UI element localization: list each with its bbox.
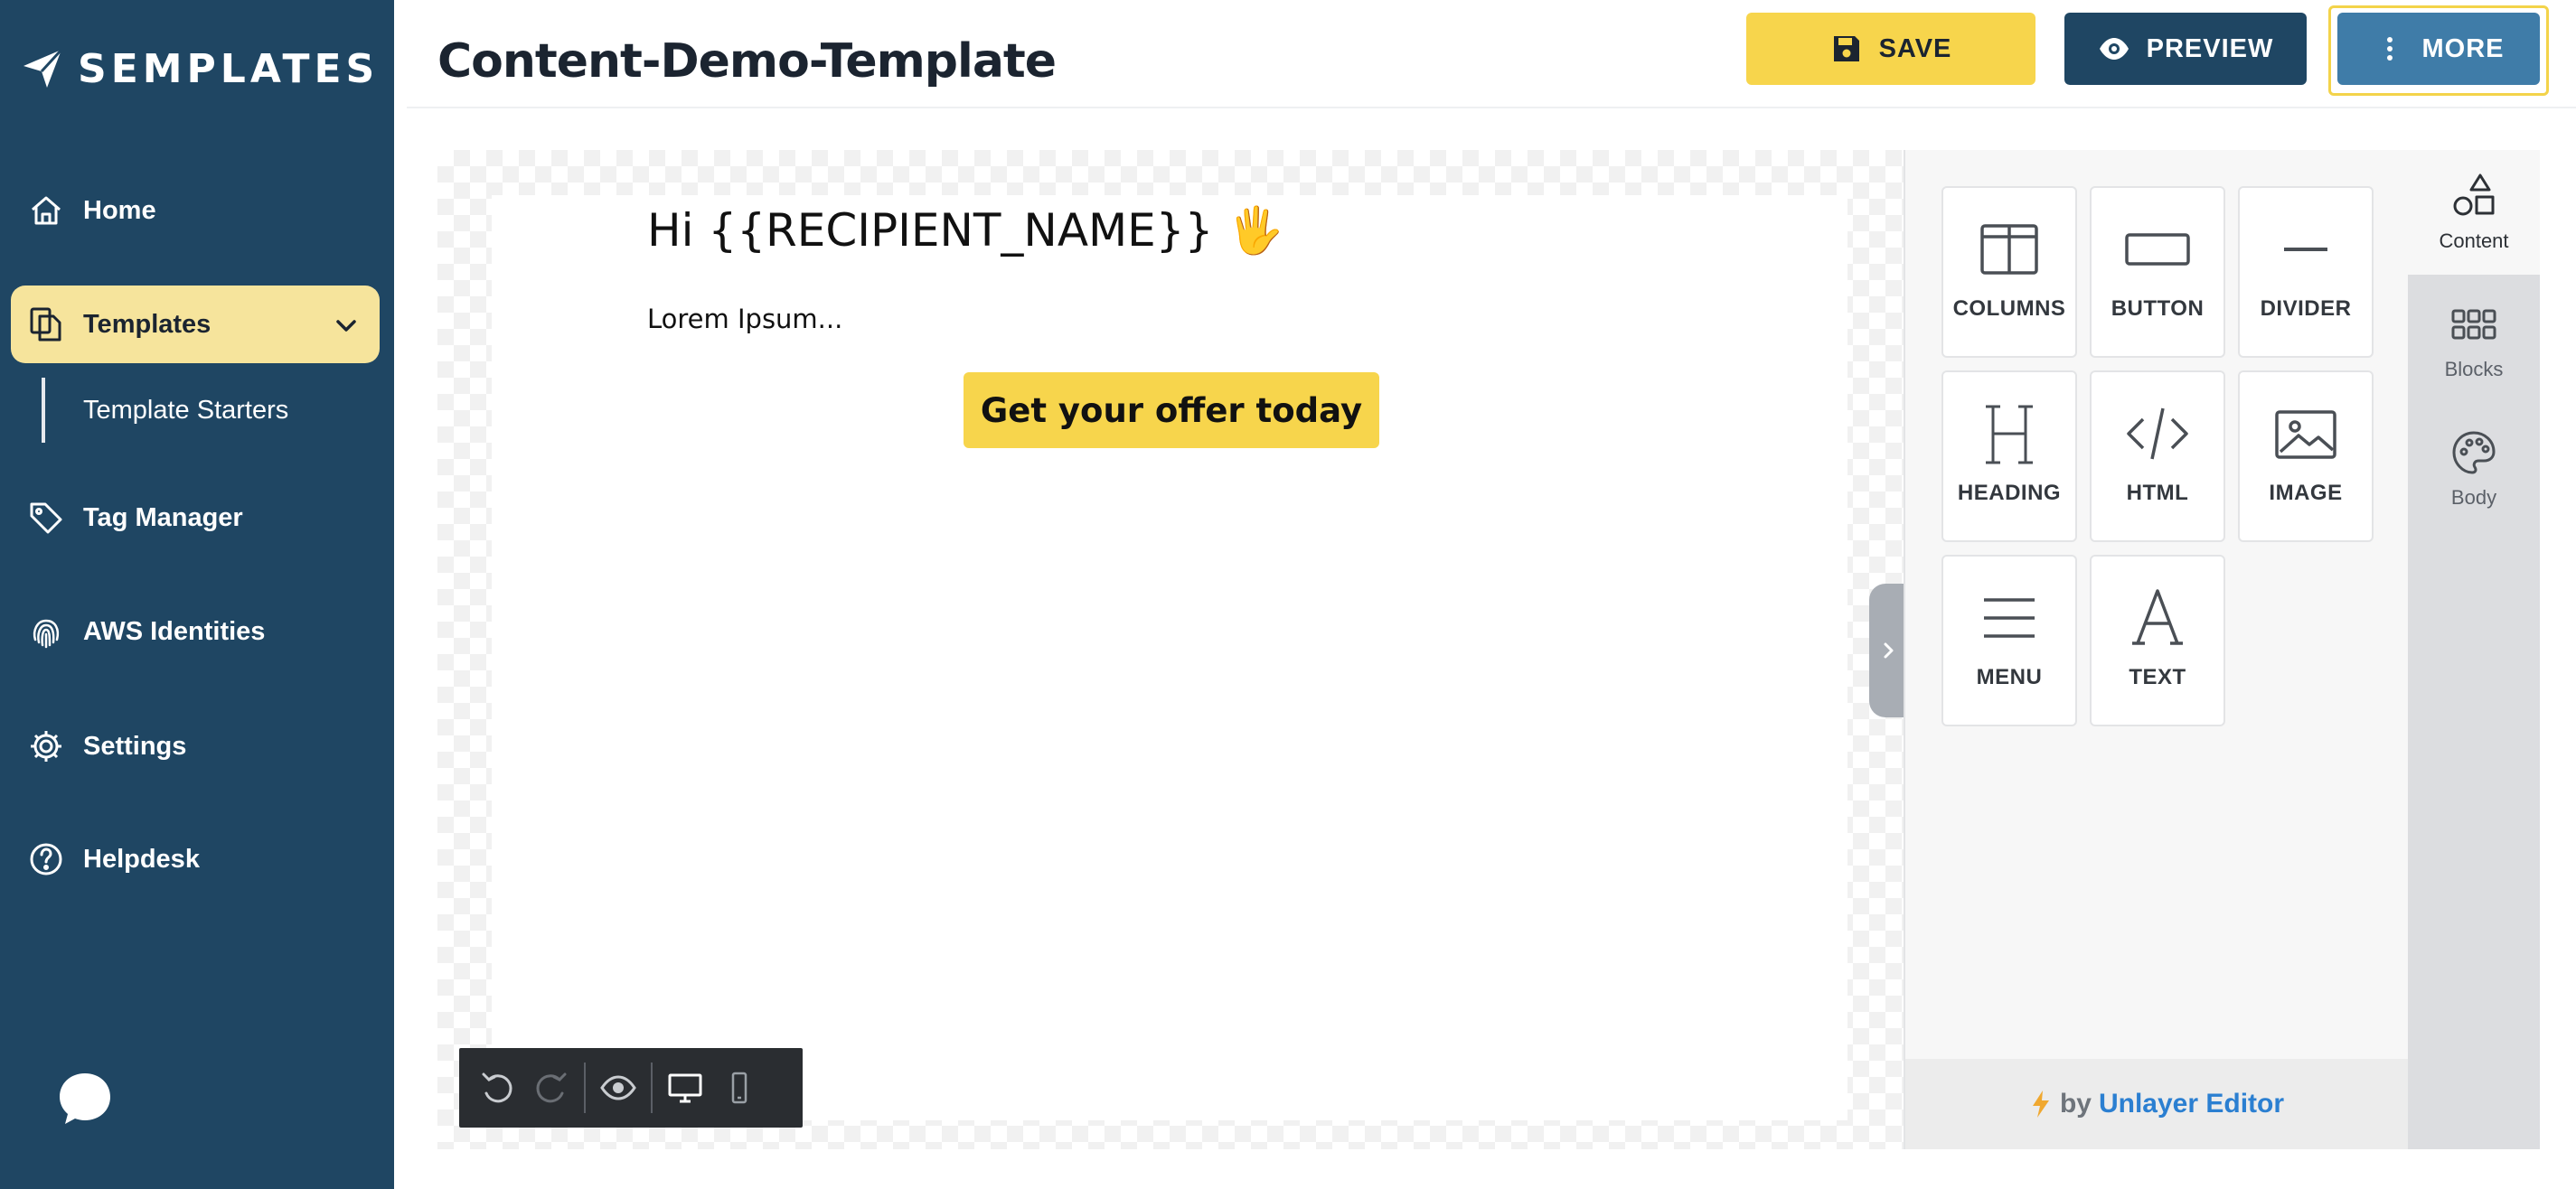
redo-icon xyxy=(536,1072,567,1103)
button-icon xyxy=(2125,233,2190,266)
more-vertical-icon xyxy=(2386,37,2393,61)
tool-label: DIVIDER xyxy=(2260,296,2352,321)
sidebar-subitem-template-starters[interactable]: Template Starters xyxy=(42,378,288,443)
fingerprint-icon xyxy=(33,619,60,649)
mobile-view-button[interactable] xyxy=(712,1048,766,1128)
footer-by-text: by xyxy=(2059,1089,2092,1119)
columns-icon xyxy=(1980,224,2038,275)
tool-button[interactable]: BUTTON xyxy=(2090,186,2225,358)
chevron-down-icon xyxy=(336,320,356,332)
image-icon xyxy=(2275,410,2336,459)
email-paragraph-text[interactable]: Lorem Ipsum... xyxy=(647,304,842,334)
sidebar-item-tag-manager[interactable]: Tag Manager xyxy=(11,479,380,557)
tool-text[interactable]: TEXT xyxy=(2090,555,2225,726)
undo-button[interactable] xyxy=(470,1048,524,1128)
unlayer-editor-link[interactable]: Unlayer Editor xyxy=(2099,1089,2284,1119)
tool-menu[interactable]: MENU xyxy=(1941,555,2077,726)
tab-blocks[interactable]: Blocks xyxy=(2408,278,2540,403)
tools-footer: by Unlayer Editor xyxy=(1905,1059,2408,1149)
sidebar: SEMPLATES Home Templates Template Starte… xyxy=(0,0,394,1189)
tool-label: HEADING xyxy=(1957,481,2062,505)
more-button[interactable]: MORE xyxy=(2337,13,2540,85)
heading-icon xyxy=(1986,405,2033,464)
canvas-toolbar xyxy=(459,1048,803,1128)
page-title: Content-Demo-Template xyxy=(437,34,1057,89)
menu-icon xyxy=(1984,598,2035,638)
tab-body[interactable]: Body xyxy=(2408,407,2540,531)
header-divider xyxy=(407,107,2576,108)
tool-image[interactable]: IMAGE xyxy=(2238,370,2374,542)
help-circle-icon xyxy=(30,843,62,875)
save-button[interactable]: SAVE xyxy=(1746,13,2035,85)
sidebar-item-label: Tag Manager xyxy=(83,502,243,532)
sidebar-item-label: Helpdesk xyxy=(83,844,200,874)
sidebar-item-label: Templates xyxy=(83,309,212,339)
desktop-icon xyxy=(668,1073,702,1103)
tool-html[interactable]: HTML xyxy=(2090,370,2225,542)
lightning-bolt-icon xyxy=(2032,1091,2049,1118)
sidebar-item-settings[interactable]: Settings xyxy=(11,707,380,785)
tool-label: MENU xyxy=(1976,665,2043,689)
tools-panel: COLUMNS BUTTON DIVIDER HEADING HTML IMAG… xyxy=(1904,150,2408,1149)
collapse-panel-button[interactable] xyxy=(1869,584,1907,717)
tool-label: HTML xyxy=(2126,481,2189,505)
palette-icon xyxy=(2452,431,2496,474)
tag-icon xyxy=(30,502,62,534)
tab-content[interactable]: Content xyxy=(2408,150,2540,275)
tool-label: IMAGE xyxy=(2269,481,2343,505)
email-greeting-text[interactable]: Hi {{RECIPIENT_NAME}} 🖐 xyxy=(647,204,1284,257)
tool-divider[interactable]: DIVIDER xyxy=(2238,186,2374,358)
preview-toggle-button[interactable] xyxy=(591,1048,645,1128)
eye-icon xyxy=(600,1075,636,1100)
mobile-phone-icon xyxy=(731,1072,747,1104)
editor-canvas[interactable] xyxy=(437,150,1904,1149)
sidebar-item-aws-identities[interactable]: AWS Identities xyxy=(11,593,380,670)
brand[interactable]: SEMPLATES xyxy=(20,42,379,96)
sidebar-item-label: AWS Identities xyxy=(83,616,266,646)
floppy-disk-icon xyxy=(1833,36,1859,61)
more-button-label: MORE xyxy=(2421,33,2505,63)
tool-label: COLUMNS xyxy=(1952,296,2066,321)
tool-heading[interactable]: HEADING xyxy=(1941,370,2077,542)
sidebar-item-label: Settings xyxy=(83,731,187,761)
tool-label: TEXT xyxy=(2129,665,2186,689)
brand-name: SEMPLATES xyxy=(78,45,380,92)
panel-tabs: Content Blocks Body xyxy=(2408,150,2540,1149)
gear-icon xyxy=(31,731,61,762)
desktop-view-button[interactable] xyxy=(658,1048,712,1128)
copy-icon xyxy=(30,307,61,342)
tool-columns[interactable]: COLUMNS xyxy=(1941,186,2077,358)
tool-label: BUTTON xyxy=(2111,296,2205,321)
text-icon xyxy=(2132,589,2183,645)
email-cta-button[interactable]: Get your offer today xyxy=(964,372,1379,448)
app-window: SEMPLATES Home Templates Template Starte… xyxy=(0,0,2576,1189)
tab-label: Blocks xyxy=(2444,358,2504,380)
sidebar-item-label: Home xyxy=(83,195,156,225)
tab-label: Body xyxy=(2450,486,2497,509)
paper-plane-logo-icon xyxy=(24,48,63,88)
chevron-right-icon xyxy=(1884,642,1894,659)
chat-bubble-icon[interactable] xyxy=(56,1070,114,1128)
save-button-label: SAVE xyxy=(1878,33,1952,63)
sidebar-item-home[interactable]: Home xyxy=(11,172,380,249)
eye-icon xyxy=(2099,38,2129,60)
grid-icon xyxy=(2451,309,2496,340)
divider-icon xyxy=(2284,248,2327,251)
toolbar-separator xyxy=(651,1063,653,1113)
html-icon xyxy=(2127,407,2188,460)
redo-button[interactable] xyxy=(524,1048,578,1128)
sidebar-item-templates[interactable]: Templates xyxy=(11,286,380,363)
home-icon xyxy=(32,196,61,225)
shapes-icon xyxy=(2453,173,2495,216)
preview-button-label: PREVIEW xyxy=(2146,33,2274,63)
toolbar-separator xyxy=(584,1063,586,1113)
sidebar-item-helpdesk[interactable]: Helpdesk xyxy=(11,820,380,898)
tab-label: Content xyxy=(2439,229,2509,252)
preview-button[interactable]: PREVIEW xyxy=(2064,13,2307,85)
undo-icon xyxy=(482,1072,512,1103)
